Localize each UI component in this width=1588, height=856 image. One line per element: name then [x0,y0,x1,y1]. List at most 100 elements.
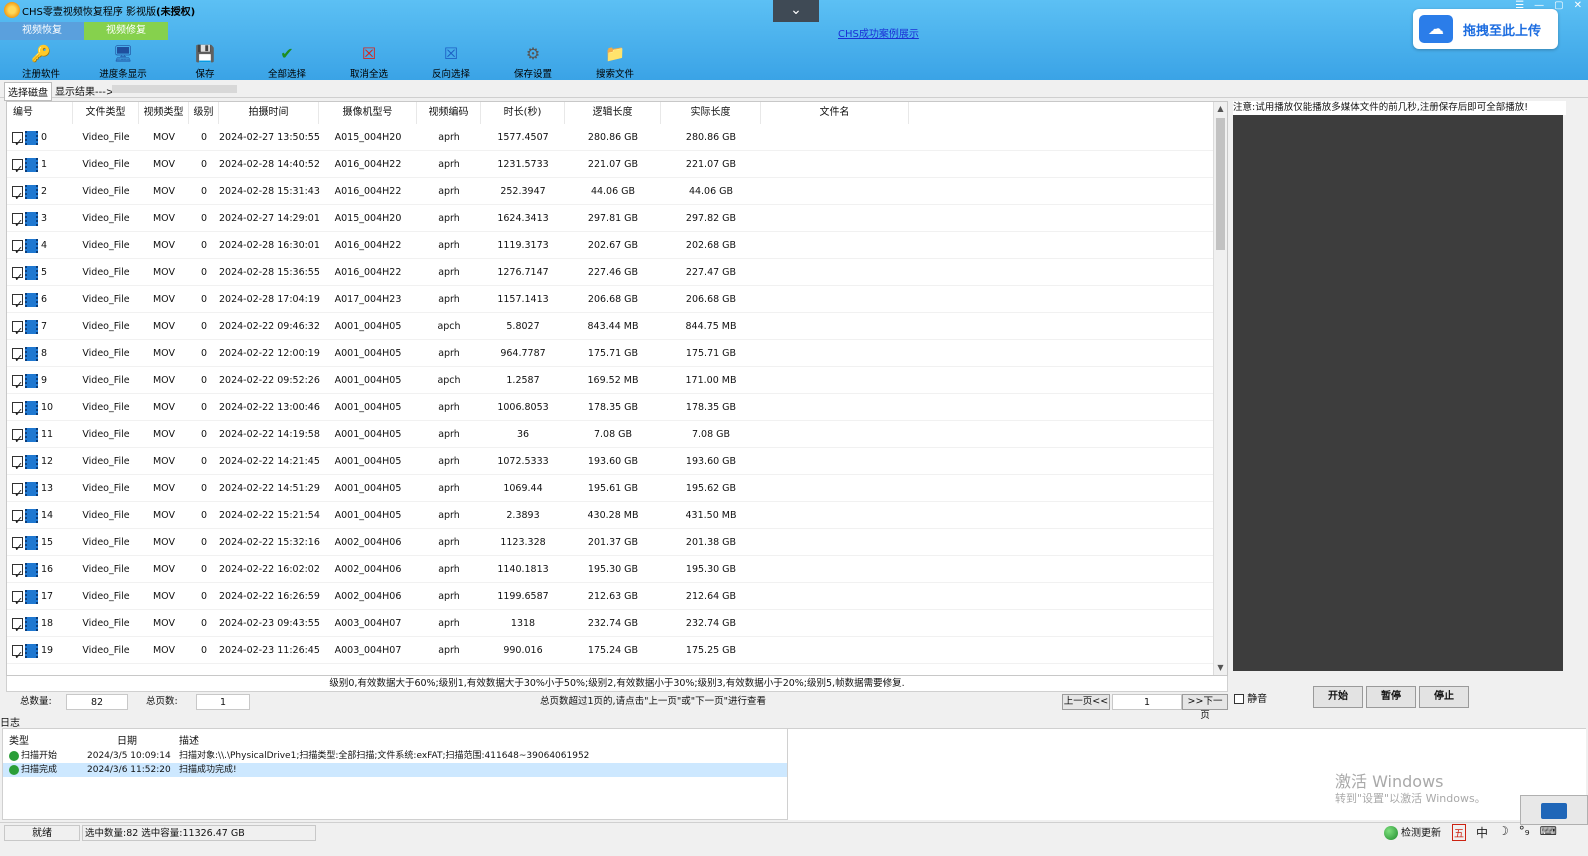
col-id[interactable]: 编号 [7,102,73,124]
log-row[interactable]: 扫描完成 2024/3/6 11:52:20 扫描成功完成! [3,763,787,777]
table-scrollbar[interactable]: ▲ ▼ [1213,102,1227,675]
col-duration[interactable]: 时长(秒) [481,102,565,124]
row-checkbox[interactable] [12,561,23,588]
cell-time: 2024-02-28 17:04:19 [219,294,320,305]
table-row[interactable]: 1 Video_File MOV 0 2024-02-28 14:40:52 A016_0… [7,151,1215,183]
save-settings-button[interactable]: ⚙ 保存设置 [492,42,574,80]
table-row[interactable]: 7 Video_File MOV 0 2024-02-22 09:46:32 A001_0… [7,313,1215,345]
row-checkbox[interactable] [12,507,23,534]
row-checkbox[interactable] [12,588,23,615]
scroll-up-icon[interactable]: ▲ [1214,102,1227,116]
col-codec[interactable]: 视频编码 [417,102,481,124]
play-stop-button[interactable]: 停止 [1419,686,1469,708]
case-showcase-link[interactable]: CHS成功案例展示 [838,25,919,40]
invert-selection-button[interactable]: ☒ 反向选择 [410,42,492,80]
next-page-button[interactable]: >>下一页 [1182,694,1228,721]
ime-chinese-icon[interactable]: 中 [1476,824,1488,841]
table-row[interactable]: 18 Video_File MOV 0 2024-02-23 09:43:55 A003_… [7,610,1215,642]
page-number-input[interactable]: 1 [1112,694,1182,710]
row-id-cell: 0 [7,124,73,156]
row-checkbox[interactable] [12,372,23,399]
col-video-type[interactable]: 视频类型 [139,102,189,124]
table-row[interactable]: 17 Video_File MOV 0 2024-02-22 16:26:59 A002_… [7,583,1215,615]
table-row[interactable]: 8 Video_File MOV 0 2024-02-22 12:00:19 A001_0… [7,340,1215,372]
cell-camera: A002_004H06 [334,564,402,575]
cell-type: Video_File [82,159,130,170]
ime-moon-icon[interactable]: ☽ [1498,824,1509,841]
system-tray-button[interactable] [1520,795,1588,825]
tab-video-recovery[interactable]: 视频恢复 [0,22,84,40]
row-checkbox[interactable] [12,480,23,507]
chevron-down-icon[interactable]: ⌄ [773,0,819,22]
ime-keyboard-icon[interactable]: ⌨ [1540,824,1557,841]
col-level[interactable]: 级别 [189,102,219,124]
cell-camera: A016_004H22 [334,186,402,197]
row-checkbox[interactable] [12,534,23,561]
scroll-down-icon[interactable]: ▼ [1214,661,1227,675]
row-checkbox[interactable] [12,264,23,291]
col-camera-model[interactable]: 摄像机型号 [319,102,417,124]
table-row[interactable]: 13 Video_File MOV 0 2024-02-22 14:51:29 A001_… [7,475,1215,507]
table-row[interactable]: 12 Video_File MOV 0 2024-02-22 14:21:45 A001_… [7,448,1215,480]
save-button[interactable]: 💾 保存 [164,42,246,80]
row-checkbox[interactable] [12,615,23,642]
row-checkbox[interactable] [12,453,23,480]
table-row[interactable]: 11 Video_File MOV 0 2024-02-22 14:19:58 A001_… [7,421,1215,453]
ime-wubi-icon[interactable]: 五 [1452,824,1466,841]
cell-camera: A001_004H05 [334,375,402,386]
log-col-date[interactable]: 日期 [117,732,137,747]
table-row[interactable]: 5 Video_File MOV 0 2024-02-28 15:36:55 A016_0… [7,259,1215,291]
check-update-button[interactable]: 检测更新 [1384,824,1441,840]
cell-type: Video_File [82,321,130,332]
progress-display-button[interactable]: 🖥 进度条显示 [82,42,164,80]
tab-video-repair[interactable]: 视频修复 [84,22,168,40]
row-checkbox[interactable] [12,210,23,237]
ime-punctuation-icon[interactable]: °₉ [1519,824,1530,841]
play-pause-button[interactable]: 暂停 [1366,686,1416,708]
row-checkbox[interactable] [12,642,23,669]
select-all-button[interactable]: ✔ 全部选择 [246,42,328,80]
deselect-all-button[interactable]: ☒ 取消全选 [328,42,410,80]
col-file-name[interactable]: 文件名 [761,102,909,124]
row-checkbox[interactable] [12,399,23,426]
table-row[interactable]: 2 Video_File MOV 0 2024-02-28 15:31:43 A016_0… [7,178,1215,210]
register-button[interactable]: 🔑 注册软件 [0,42,82,80]
log-col-type[interactable]: 类型 [9,732,29,747]
table-row[interactable]: 16 Video_File MOV 0 2024-02-22 16:02:02 A002_… [7,556,1215,588]
col-actual-size[interactable]: 实际长度 [661,102,761,124]
mute-checkbox[interactable]: 静音 [1234,690,1267,705]
table-row[interactable]: 9 Video_File MOV 0 2024-02-22 09:52:26 A001_0… [7,367,1215,399]
drag-upload-button[interactable]: ☁ 拖拽至此上传 [1413,9,1558,49]
col-shoot-time[interactable]: 拍摄时间 [219,102,319,124]
save-settings-icon: ⚙ [525,44,541,63]
row-checkbox[interactable] [12,183,23,210]
row-checkbox[interactable] [12,345,23,372]
select-disk-button[interactable]: 选择磁盘 [4,82,52,101]
scrollbar-thumb[interactable] [1216,118,1225,250]
close-icon[interactable]: ✕ [1574,0,1582,11]
row-checkbox[interactable] [12,237,23,264]
row-checkbox[interactable] [12,129,23,156]
table-row[interactable]: 0 Video_File MOV 0 2024-02-27 13:50:55 A015_0… [7,124,1215,156]
table-row[interactable]: 3 Video_File MOV 0 2024-02-27 14:29:01 A015_0… [7,205,1215,237]
cell-camera: A001_004H05 [334,348,402,359]
prev-page-button[interactable]: 上一页<< [1062,694,1110,710]
row-checkbox[interactable] [12,291,23,318]
table-row[interactable]: 19 Video_File MOV 0 2024-02-23 11:26:45 A003_… [7,637,1215,669]
table-row[interactable]: 15 Video_File MOV 0 2024-02-22 15:32:16 A002_… [7,529,1215,561]
mute-checkbox-box[interactable] [1234,694,1244,704]
log-row[interactable]: 扫描开始 2024/3/5 10:09:14 扫描对象:\\.\Physical… [3,749,787,763]
search-file-button[interactable]: 📁 搜索文件 [574,42,656,80]
play-start-button[interactable]: 开始 [1313,686,1363,708]
col-file-type[interactable]: 文件类型 [73,102,139,124]
row-checkbox[interactable] [12,156,23,183]
cloud-upload-icon: ☁ [1419,15,1453,43]
row-checkbox[interactable] [12,318,23,345]
table-row[interactable]: 6 Video_File MOV 0 2024-02-28 17:04:19 A017_0… [7,286,1215,318]
col-logical-size[interactable]: 逻辑长度 [565,102,661,124]
table-row[interactable]: 4 Video_File MOV 0 2024-02-28 16:30:01 A016_0… [7,232,1215,264]
row-checkbox[interactable] [12,426,23,453]
table-row[interactable]: 10 Video_File MOV 0 2024-02-22 13:00:46 A001_… [7,394,1215,426]
table-row[interactable]: 14 Video_File MOV 0 2024-02-22 15:21:54 A001_… [7,502,1215,534]
log-col-desc[interactable]: 描述 [179,732,199,747]
